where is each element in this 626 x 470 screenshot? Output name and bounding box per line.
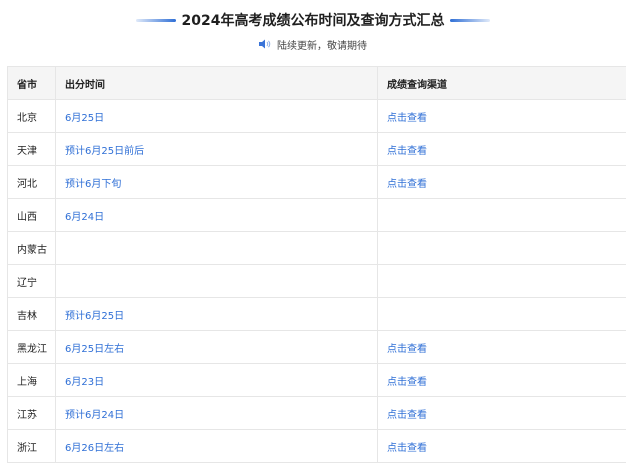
score-time-cell: 6月25日: [55, 99, 378, 133]
table-row: 内蒙古: [7, 231, 626, 265]
score-time-cell: 6月23日: [55, 363, 378, 397]
table-row: 江苏 预计6月24日 点击查看: [7, 396, 626, 430]
speaker-icon-glyph: [259, 39, 271, 49]
score-time-cell: 预计6月24日: [55, 396, 378, 430]
query-channel-cell: 点击查看: [377, 363, 626, 397]
query-channel-cell: 点击查看: [377, 132, 626, 166]
table-row: 山西 6月24日: [7, 198, 626, 232]
query-channel-cell: 点击查看: [377, 396, 626, 430]
view-link[interactable]: 点击查看: [387, 410, 427, 421]
column-header-channel: 成绩查询渠道: [377, 66, 626, 100]
query-channel-cell: 点击查看: [377, 429, 626, 463]
query-channel-cell: [377, 231, 626, 265]
speaker-icon: [259, 39, 271, 49]
score-time-cell: 预计6月25日: [55, 297, 378, 331]
title-row: 2024年高考成绩公布时间及查询方式汇总: [0, 9, 626, 31]
query-channel-cell: [377, 264, 626, 298]
table-row: 辽宁: [7, 264, 626, 298]
table-row: 天津 预计6月25日前后 点击查看: [7, 132, 626, 166]
table-row: 浙江 6月26日左右 点击查看: [7, 429, 626, 463]
province-cell: 吉林: [7, 297, 56, 331]
table-row: 北京 6月25日 点击查看: [7, 99, 626, 133]
table-row: 河北 预计6月下旬 点击查看: [7, 165, 626, 199]
province-cell: 辽宁: [7, 264, 56, 298]
title-decoration-left: [135, 18, 176, 22]
province-cell: 江苏: [7, 396, 56, 430]
view-link[interactable]: 点击查看: [387, 443, 427, 454]
score-time-cell: 预计6月下旬: [55, 165, 378, 199]
province-cell: 浙江: [7, 429, 56, 463]
view-link[interactable]: 点击查看: [387, 113, 427, 124]
score-time-cell: [55, 264, 378, 298]
table-row: 上海 6月23日 点击查看: [7, 363, 626, 397]
query-channel-cell: [377, 297, 626, 331]
score-table: 省市 出分时间 成绩查询渠道 北京 6月25日 点击查看 天津 预计6月25日前后 点击查…: [7, 66, 626, 463]
column-header-time: 出分时间: [55, 66, 378, 100]
table-row: 吉林 预计6月25日: [7, 297, 626, 331]
query-channel-cell: 点击查看: [377, 165, 626, 199]
score-time-cell: 6月25日左右: [55, 330, 378, 364]
page: 2024年高考成绩公布时间及查询方式汇总 陆续更新，敬请期待 省市 出分时间 成…: [0, 0, 626, 470]
score-time-cell: 预计6月25日前后: [55, 132, 378, 166]
table-body: 北京 6月25日 点击查看 天津 预计6月25日前后 点击查看 河北 预计6月下旬 点击查看 山西…: [7, 99, 626, 463]
subtitle-row: 陆续更新，敬请期待: [0, 36, 626, 52]
query-channel-cell: [377, 198, 626, 232]
header: 2024年高考成绩公布时间及查询方式汇总 陆续更新，敬请期待: [0, 0, 626, 62]
province-cell: 天津: [7, 132, 56, 166]
score-time-cell: 6月24日: [55, 198, 378, 232]
title-decoration-right: [450, 18, 491, 22]
province-cell: 上海: [7, 363, 56, 397]
province-cell: 黑龙江: [7, 330, 56, 364]
query-channel-cell: 点击查看: [377, 99, 626, 133]
score-time-cell: 6月26日左右: [55, 429, 378, 463]
score-time-cell: [55, 231, 378, 265]
column-header-province: 省市: [7, 66, 56, 100]
view-link[interactable]: 点击查看: [387, 344, 427, 355]
table-row: 黑龙江 6月25日左右 点击查看: [7, 330, 626, 364]
view-link[interactable]: 点击查看: [387, 179, 427, 190]
view-link[interactable]: 点击查看: [387, 146, 427, 157]
province-cell: 北京: [7, 99, 56, 133]
query-channel-cell: 点击查看: [377, 330, 626, 364]
view-link[interactable]: 点击查看: [387, 377, 427, 388]
score-table-container[interactable]: 省市 出分时间 成绩查询渠道 北京 6月25日 点击查看 天津 预计6月25日前后 点击查…: [7, 66, 626, 470]
table-header-row: 省市 出分时间 成绩查询渠道: [7, 66, 626, 100]
province-cell: 内蒙古: [7, 231, 56, 265]
province-cell: 山西: [7, 198, 56, 232]
subtitle: 陆续更新，敬请期待: [277, 40, 367, 52]
province-cell: 河北: [7, 165, 56, 199]
page-title: 2024年高考成绩公布时间及查询方式汇总: [181, 13, 445, 29]
